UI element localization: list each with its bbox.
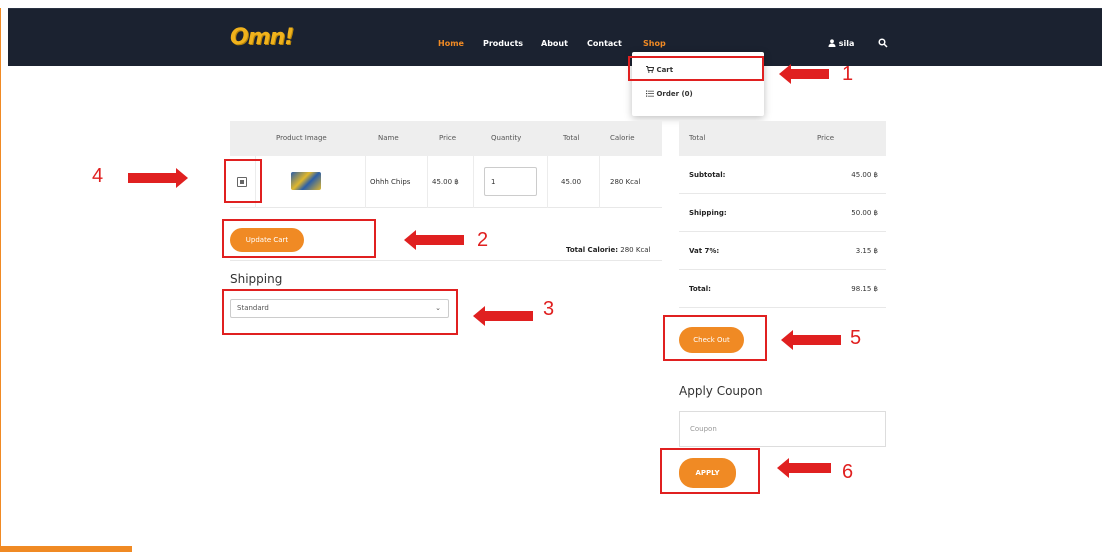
total-calorie-label: Total Calorie: bbox=[566, 246, 619, 254]
summary-row-total: Total: 98.15 ฿ bbox=[679, 270, 886, 308]
product-price: 45.00 ฿ bbox=[432, 178, 459, 186]
search-icon[interactable] bbox=[878, 38, 888, 48]
nav-link-contact[interactable]: Contact bbox=[587, 39, 622, 48]
annotation-box-6 bbox=[660, 448, 760, 494]
divider bbox=[365, 156, 366, 208]
header-quantity: Quantity bbox=[491, 134, 522, 142]
page-edge bbox=[0, 8, 1, 546]
annotation-number: 6 bbox=[842, 461, 854, 483]
cart-table-header: Product Image Name Price Quantity Total … bbox=[230, 121, 662, 156]
annotation-number: 5 bbox=[850, 327, 862, 349]
list-icon bbox=[646, 90, 654, 97]
header-calorie: Calorie bbox=[610, 134, 635, 142]
arrow-left-icon bbox=[404, 230, 464, 250]
product-image bbox=[291, 172, 321, 190]
annotation-box-1 bbox=[628, 56, 764, 81]
arrow-left-icon bbox=[777, 458, 831, 478]
header-name: Name bbox=[378, 134, 399, 142]
divider bbox=[547, 156, 548, 208]
annotation-box-4 bbox=[224, 159, 262, 203]
summary-label: Vat 7%: bbox=[689, 247, 720, 255]
summary-value: 98.15 ฿ bbox=[851, 285, 878, 293]
summary-header-total: Total bbox=[689, 134, 706, 142]
summary-row-shipping: Shipping: 50.00 ฿ bbox=[679, 194, 886, 232]
navbar: Omn! Home Products About Contact Shop si… bbox=[8, 8, 1102, 66]
divider bbox=[599, 156, 600, 208]
row-calorie: 280 Kcal bbox=[610, 178, 641, 186]
annotation-box-5 bbox=[663, 315, 767, 361]
dropdown-item-order[interactable]: Order (0) bbox=[646, 90, 693, 98]
user-icon bbox=[828, 39, 836, 47]
table-row: Ohhh Chips 45.00 ฿ 45.00 280 Kcal bbox=[230, 156, 662, 208]
summary-value: 3.15 ฿ bbox=[855, 247, 878, 255]
annotation-number: 4 bbox=[92, 165, 104, 187]
nav-link-about[interactable]: About bbox=[541, 39, 568, 48]
quantity-input[interactable] bbox=[484, 167, 537, 196]
user-menu[interactable]: sila bbox=[828, 39, 854, 48]
arrow-left-icon bbox=[779, 64, 829, 84]
summary-header: Total Price bbox=[679, 121, 886, 156]
summary-row-subtotal: Subtotal: 45.00 ฿ bbox=[679, 156, 886, 194]
product-name: Ohhh Chips bbox=[370, 178, 411, 186]
total-calorie-value: 280 Kcal bbox=[620, 246, 651, 254]
annotation-box-2 bbox=[222, 219, 376, 258]
annotation-number: 3 bbox=[543, 298, 555, 320]
coupon-heading: Apply Coupon bbox=[679, 384, 763, 398]
summary-label: Shipping: bbox=[689, 209, 727, 217]
logo[interactable]: Omn! bbox=[230, 25, 300, 55]
total-calorie: Total Calorie: 280 Kcal bbox=[566, 246, 651, 254]
summary-value: 45.00 ฿ bbox=[851, 171, 878, 179]
header-product-image: Product Image bbox=[276, 134, 327, 142]
nav-link-home[interactable]: Home bbox=[438, 39, 464, 48]
divider bbox=[427, 156, 428, 208]
footer-bar bbox=[0, 546, 132, 552]
annotation-number: 1 bbox=[842, 63, 854, 85]
nav-link-shop[interactable]: Shop bbox=[643, 39, 666, 48]
arrow-left-icon bbox=[781, 330, 841, 350]
nav-link-products[interactable]: Products bbox=[483, 39, 523, 48]
summary-row-vat: Vat 7%: 3.15 ฿ bbox=[679, 232, 886, 270]
arrow-left-icon bbox=[473, 306, 533, 326]
user-name: sila bbox=[838, 39, 855, 48]
shipping-heading: Shipping bbox=[230, 272, 283, 286]
coupon-input[interactable]: Coupon bbox=[679, 411, 886, 447]
annotation-box-3 bbox=[222, 289, 458, 335]
logo-text: Omn! bbox=[230, 25, 294, 50]
dropdown-item-order-label: Order (0) bbox=[656, 90, 693, 98]
divider bbox=[473, 156, 474, 208]
divider bbox=[230, 260, 662, 261]
summary-label: Total: bbox=[689, 285, 711, 293]
annotation-number: 2 bbox=[477, 229, 489, 251]
row-total: 45.00 bbox=[561, 178, 582, 186]
summary-value: 50.00 ฿ bbox=[851, 209, 878, 217]
summary-header-price: Price bbox=[817, 134, 835, 142]
summary-label: Subtotal: bbox=[689, 171, 726, 179]
arrow-right-icon bbox=[128, 168, 188, 188]
header-price: Price bbox=[439, 134, 457, 142]
header-total: Total bbox=[563, 134, 580, 142]
